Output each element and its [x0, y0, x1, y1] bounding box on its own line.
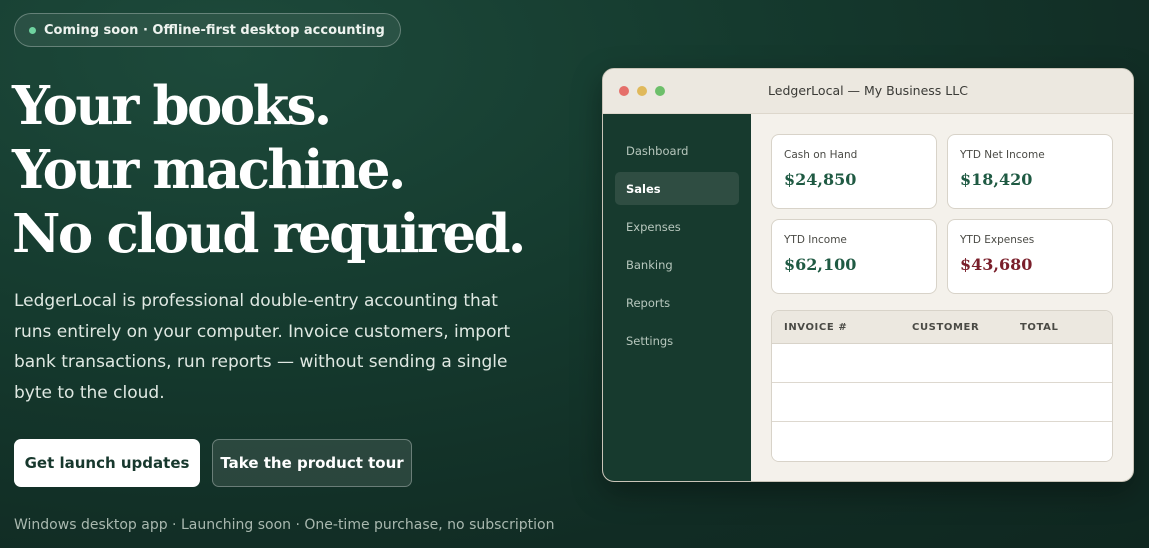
invoice-table-header: INVOICE # CUSTOMER TOTAL [772, 311, 1112, 344]
sidebar-item-sales[interactable]: Sales [615, 172, 739, 205]
stat-label: YTD Net Income [960, 149, 1045, 161]
invoice-table: INVOICE # CUSTOMER TOTAL [771, 310, 1113, 462]
hero-headline: Your books. Your machine. No cloud requi… [12, 74, 526, 266]
stat-label: YTD Expenses [960, 234, 1035, 246]
table-row[interactable] [772, 383, 1112, 422]
hero-footnote: Windows desktop app · Launching soon · O… [14, 517, 555, 533]
stat-label: YTD Income [784, 234, 847, 246]
stat-card-ytd-net-income: YTD Net Income $18,420 [947, 134, 1113, 209]
stat-value: $62,100 [784, 255, 857, 274]
column-header-customer[interactable]: CUSTOMER [912, 322, 1020, 333]
stat-label: Cash on Hand [784, 149, 858, 161]
sidebar-item-expenses[interactable]: Expenses [615, 210, 739, 243]
hero-description: LedgerLocal is professional double-entry… [14, 291, 511, 403]
status-dot-icon [29, 26, 36, 34]
table-row[interactable] [772, 422, 1112, 461]
announcement-badge-text: Coming soon · Offline-first desktop acco… [44, 22, 385, 38]
headline-line-2: Your machine. [12, 139, 406, 201]
column-header-invoice[interactable]: INVOICE # [772, 322, 912, 333]
app-sidebar: Dashboard Sales Expenses Banking Reports… [603, 114, 751, 481]
stat-card-ytd-income: YTD Income $62,100 [771, 219, 937, 294]
announcement-badge: Coming soon · Offline-first desktop acco… [14, 13, 401, 47]
product-tour-button[interactable]: Take the product tour [212, 439, 412, 487]
get-launch-updates-button[interactable]: Get launch updates [14, 439, 200, 487]
app-preview-window: LedgerLocal — My Business LLC Dashboard … [602, 68, 1134, 482]
stat-value: $24,850 [784, 170, 857, 189]
sidebar-item-reports[interactable]: Reports [615, 286, 739, 319]
window-titlebar: LedgerLocal — My Business LLC [603, 69, 1133, 114]
headline-line-1: Your books. [12, 75, 332, 137]
window-title: LedgerLocal — My Business LLC [768, 83, 968, 98]
headline-line-3: No cloud required. [12, 203, 526, 265]
sidebar-item-settings[interactable]: Settings [615, 324, 739, 357]
app-content: Cash on Hand $24,850 YTD Net Income $18,… [751, 114, 1133, 481]
stat-value: $18,420 [960, 170, 1033, 189]
table-row[interactable] [772, 344, 1112, 383]
sidebar-item-banking[interactable]: Banking [615, 248, 739, 281]
stat-card-ytd-expenses: YTD Expenses $43,680 [947, 219, 1113, 294]
sidebar-item-dashboard[interactable]: Dashboard [615, 134, 739, 167]
column-header-total[interactable]: TOTAL [1020, 322, 1110, 333]
stat-cards: Cash on Hand $24,850 YTD Net Income $18,… [771, 134, 1113, 294]
stat-card-cash-on-hand: Cash on Hand $24,850 [771, 134, 937, 209]
stat-value: $43,680 [960, 255, 1033, 274]
